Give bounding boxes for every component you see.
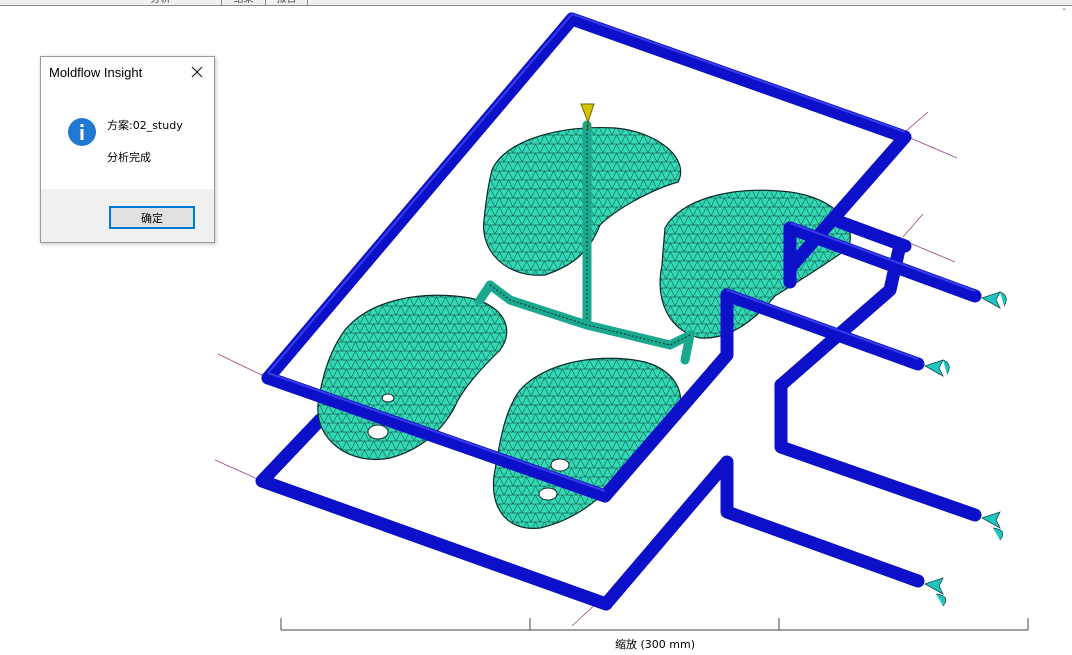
coolant-inlet-icon[interactable]	[981, 511, 1004, 541]
tab-analysis[interactable]: 分析	[100, 0, 222, 5]
dialog-title: Moldflow Insight	[49, 65, 143, 80]
coolant-inlet-icon[interactable]	[924, 359, 950, 377]
message-dialog: Moldflow Insight 方案:02_study 分析完成 确定	[40, 56, 215, 243]
coolant-inlets	[924, 291, 1007, 607]
info-icon	[67, 117, 97, 147]
dialog-study-name: 方案:02_study	[107, 119, 183, 132]
study-tabstrip: 分析 结果 报告	[0, 0, 1072, 6]
cavity-hole	[550, 458, 570, 472]
ok-button[interactable]: 确定	[109, 206, 195, 229]
scale-label: 缩放 (300 mm)	[614, 638, 695, 651]
scale-bar	[280, 618, 1029, 631]
tab-report[interactable]: 报告	[266, 0, 308, 5]
cavity-right	[659, 189, 851, 339]
cavity-hole	[367, 424, 389, 440]
cavity-hole	[538, 487, 558, 501]
cavity-top	[483, 127, 682, 276]
tab-results[interactable]: 结果	[222, 0, 266, 5]
coolant-inlet-icon[interactable]	[924, 577, 947, 607]
cavity-hole	[381, 393, 395, 403]
close-icon[interactable]	[186, 61, 208, 83]
dialog-message: 分析完成	[107, 151, 151, 164]
coolant-inlet-icon[interactable]	[981, 291, 1007, 309]
